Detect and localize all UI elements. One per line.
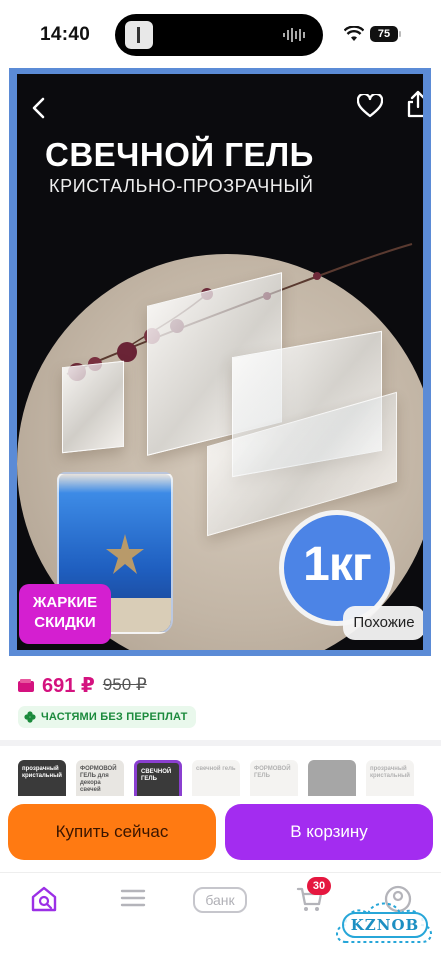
favorite-heart-icon[interactable] [357,94,383,118]
installment-badge[interactable]: ЧАСТЯМИ БЕЗ ПЕРЕПЛАТ [18,706,196,728]
buy-now-button[interactable]: Купить сейчас [8,804,216,860]
add-to-cart-button[interactable]: В корзину [225,804,433,860]
back-arrow-icon[interactable] [29,96,49,120]
old-price: 950 ₽ [102,675,147,694]
product-image-frame[interactable]: СВЕЧНОЙ ГЕЛЬ КРИСТАЛЬНО-ПРОЗРАЧНЫЙ 1кг Ж… [9,68,431,656]
share-icon[interactable] [407,90,423,118]
product-image[interactable]: СВЕЧНОЙ ГЕЛЬ КРИСТАЛЬНО-ПРОЗРАЧНЫЙ 1кг Ж… [17,74,423,650]
wallet-icon [18,678,34,692]
watermark-text: KZNOB [342,912,428,938]
audio-wave-icon [283,28,305,42]
image-subtitle: КРИСТАЛЬНО-ПРОЗРАЧНЫЙ [49,176,314,196]
gel-cube [62,360,124,454]
starfish-icon [106,534,144,574]
installment-clover-icon [24,711,36,723]
watermark-logo: KZNOB [332,892,436,954]
image-title: СВЕЧНОЙ ГЕЛЬ [45,136,314,173]
now-playing-thumbnail [125,21,153,49]
home-search-icon[interactable] [30,885,58,913]
current-price: 691 ₽ [42,674,95,697]
price-row: 691 ₽ 950 ₽ [18,672,147,698]
action-bar: Купить сейчас В корзину [0,796,441,872]
similar-button[interactable]: Похожие [343,606,423,640]
dynamic-island[interactable] [115,14,323,56]
section-divider [0,740,441,746]
battery-indicator: 75 [370,26,401,42]
installment-label: ЧАСТЯМИ БЕЗ ПЕРЕПЛАТ [41,711,188,723]
hot-discounts-badge: ЖАРКИЕ СКИДКИ [19,584,111,644]
status-time: 14:40 [40,24,91,45]
bank-tab[interactable]: банк [193,887,247,913]
status-bar: 14:40 75 [0,0,441,68]
wifi-icon [344,26,364,41]
catalog-menu-icon[interactable] [120,885,146,911]
cart-count-badge: 30 [307,877,331,895]
